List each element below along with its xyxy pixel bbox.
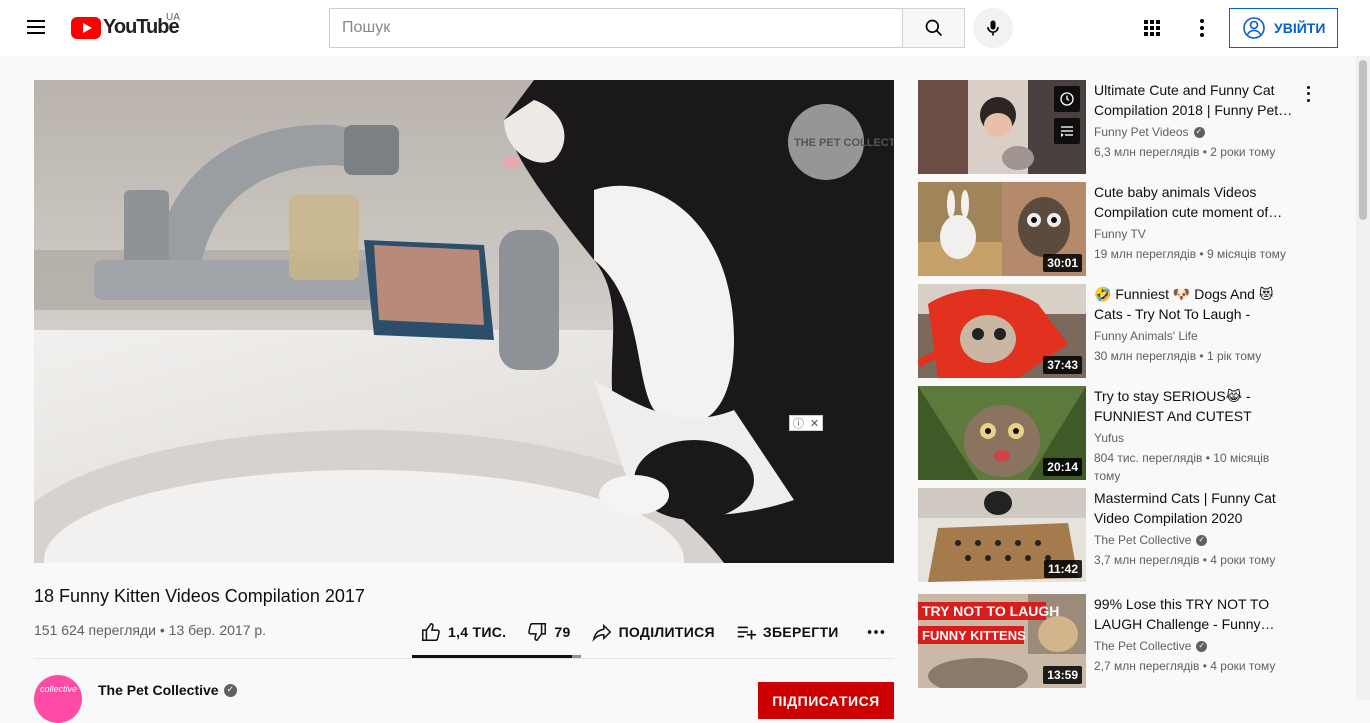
recommendation-channel[interactable]: Funny Animals' Life: [1094, 329, 1198, 343]
recommendation-channel-name[interactable]: The Pet Collective: [1094, 533, 1191, 547]
watch-later-icon[interactable]: [1054, 86, 1080, 112]
recommendation-item[interactable]: Ultimate Cute and Funny Cat Compilation …: [918, 80, 1338, 174]
recommendation-channel[interactable]: Funny Pet Videos: [1094, 125, 1205, 139]
recommendation-channel[interactable]: The Pet Collective: [1094, 639, 1208, 653]
share-label: ПОДІЛИТИСЯ: [618, 624, 715, 640]
info-icon[interactable]: ⓘ: [793, 415, 804, 431]
video-duration: 37:43: [1043, 356, 1082, 374]
verified-icon: [223, 683, 237, 697]
video-thumbnail[interactable]: 11:42: [918, 488, 1086, 582]
more-actions-button[interactable]: [865, 621, 893, 643]
close-ad-icon[interactable]: ✕: [810, 417, 819, 430]
recommendation-item[interactable]: 11:42 Mastermind Cats | Funny Cat Video …: [918, 488, 1338, 582]
country-code: UA: [166, 12, 180, 23]
recommendation-channel-name[interactable]: Funny Animals' Life: [1094, 329, 1198, 343]
add-to-queue-icon[interactable]: [1054, 118, 1080, 144]
search-input[interactable]: [329, 8, 902, 48]
video-duration: 13:59: [1043, 666, 1082, 684]
share-button[interactable]: ПОДІЛИТИСЯ: [591, 621, 715, 643]
verified-icon: [1193, 126, 1205, 138]
top-bar: YouTube UA УВІЙТИ: [0, 0, 1370, 56]
recommendation-stats: 6,3 млн переглядів • 2 роки тому: [1094, 145, 1276, 159]
sign-in-label: УВІЙТИ: [1274, 20, 1326, 36]
recommendation-item[interactable]: 30:01 Cute baby animals Videos Compilati…: [918, 182, 1338, 276]
video-player[interactable]: THE PET COLLECTIVE ⓘ✕: [34, 80, 894, 563]
thumbnail-caption: FUNNY KITTENS: [922, 628, 1026, 643]
video-duration: 20:14: [1043, 458, 1082, 476]
video-duration: 11:42: [1043, 560, 1082, 578]
ad-info-badge[interactable]: ⓘ ✕: [789, 415, 823, 431]
video-thumbnail[interactable]: TRY NOT TO LAUGH FUNNY KITTENS 13:59: [918, 594, 1086, 688]
playlist-add-icon: [737, 626, 756, 640]
dislike-button[interactable]: 79: [526, 621, 570, 643]
youtube-play-icon: [71, 16, 101, 39]
recommendation-title[interactable]: Cute baby animals Videos Compilation cut…: [1094, 182, 1294, 222]
thumbs-down-icon: [528, 623, 547, 641]
search-box: [329, 8, 965, 48]
verified-icon: [1196, 640, 1208, 652]
save-button[interactable]: ЗБЕРЕГТИ: [735, 621, 839, 643]
sign-in-button[interactable]: УВІЙТИ: [1229, 8, 1338, 48]
recommendation-channel-name[interactable]: Yufus: [1094, 431, 1124, 445]
like-button[interactable]: 1,4 ТИС.: [420, 621, 506, 643]
scrollbar-thumb[interactable]: [1359, 60, 1367, 220]
subscribe-button[interactable]: ПІДПИСАТИСЯ: [758, 682, 894, 719]
recommendation-stats: 30 млн переглядів • 1 рік тому: [1094, 349, 1262, 363]
recommendation-item[interactable]: TRY NOT TO LAUGH FUNNY KITTENS 13:59 99% …: [918, 594, 1338, 688]
microphone-icon: [987, 20, 999, 36]
like-count: 1,4 ТИС.: [448, 624, 507, 640]
recommendation-channel-name[interactable]: Funny TV: [1094, 227, 1146, 241]
video-thumbnail[interactable]: 37:43: [918, 284, 1086, 378]
recommendation-channel-name[interactable]: The Pet Collective: [1094, 639, 1191, 653]
recommendation-item[interactable]: 37:43 🤣 Funniest 🐶 Dogs And 😻 Cats - Try…: [918, 284, 1338, 378]
video-meta: 151 624 перегляди • 13 бер. 2017 р.: [34, 622, 267, 638]
settings-more-icon[interactable]: [1190, 16, 1214, 40]
video-frame: THE PET COLLECTIVE: [34, 80, 894, 563]
save-label: ЗБЕРЕГТИ: [762, 624, 839, 640]
share-icon: [592, 623, 611, 642]
recommendation-channel[interactable]: Yufus: [1094, 431, 1124, 445]
channel-name-text[interactable]: The Pet Collective: [98, 682, 219, 698]
channel-name[interactable]: The Pet Collective: [98, 682, 237, 698]
recommendation-title[interactable]: Ultimate Cute and Funny Cat Compilation …: [1094, 80, 1294, 120]
recommendation-stats: 3,7 млн переглядів • 4 роки тому: [1094, 553, 1276, 567]
divider: [34, 658, 894, 659]
more-horizontal-icon: [867, 630, 884, 634]
thumbnail-caption: TRY NOT TO LAUGH: [922, 603, 1059, 619]
youtube-logo[interactable]: YouTube UA: [71, 12, 180, 39]
dislike-count: 79: [554, 624, 571, 640]
recommendation-channel[interactable]: The Pet Collective: [1094, 533, 1208, 547]
video-thumbnail[interactable]: 30:01: [918, 182, 1086, 276]
recommendation-title[interactable]: Mastermind Cats | Funny Cat Video Compil…: [1094, 488, 1294, 528]
account-icon: [1243, 17, 1265, 39]
channel-avatar-text: collective: [40, 684, 78, 694]
recommendation-item[interactable]: 20:14 Try to stay SERIOUS😹 - FUNNIEST An…: [918, 386, 1338, 483]
apps-grid-icon[interactable]: [1140, 16, 1164, 40]
watermark-text: THE PET COLLECTIVE: [794, 137, 894, 149]
verified-icon: [1196, 534, 1208, 546]
recommendation-title[interactable]: Try to stay SERIOUS😹 - FUNNIEST And CUTE…: [1094, 386, 1294, 426]
video-thumbnail[interactable]: 20:14: [918, 386, 1086, 480]
video-actions: 1,4 ТИС. 79 ПОДІЛИТИСЯ ЗБЕРЕГТИ: [412, 612, 894, 652]
search-icon: [925, 19, 942, 37]
video-duration: 30:01: [1043, 254, 1082, 272]
recommendation-channel[interactable]: Funny TV: [1094, 227, 1146, 241]
recommendation-menu-icon[interactable]: [1300, 84, 1316, 104]
thumbs-up-icon: [422, 623, 440, 641]
recommendation-title[interactable]: 99% Lose this TRY NOT TO LAUGH Challenge…: [1094, 594, 1294, 634]
thumbnail-hover-actions: [1054, 86, 1080, 150]
recommendation-stats: 19 млн переглядів • 9 місяців тому: [1094, 247, 1287, 261]
hamburger-menu-icon[interactable]: [20, 16, 52, 40]
recommendation-stats: 2,7 млн переглядів • 4 роки тому: [1094, 659, 1276, 673]
page-scrollbar[interactable]: [1356, 56, 1370, 700]
search-button[interactable]: [902, 8, 965, 48]
channel-avatar[interactable]: collective: [34, 675, 82, 723]
video-title: 18 Funny Kitten Videos Compilation 2017: [34, 586, 365, 606]
recommendation-title[interactable]: 🤣 Funniest 🐶 Dogs And 😻 Cats - Try Not T…: [1094, 284, 1294, 324]
recommendation-stats: 804 тис. переглядів • 10 місяців тому: [1094, 451, 1270, 483]
video-thumbnail[interactable]: [918, 80, 1086, 174]
recommendation-channel-name[interactable]: Funny Pet Videos: [1094, 125, 1189, 139]
voice-search-button[interactable]: [973, 8, 1013, 48]
